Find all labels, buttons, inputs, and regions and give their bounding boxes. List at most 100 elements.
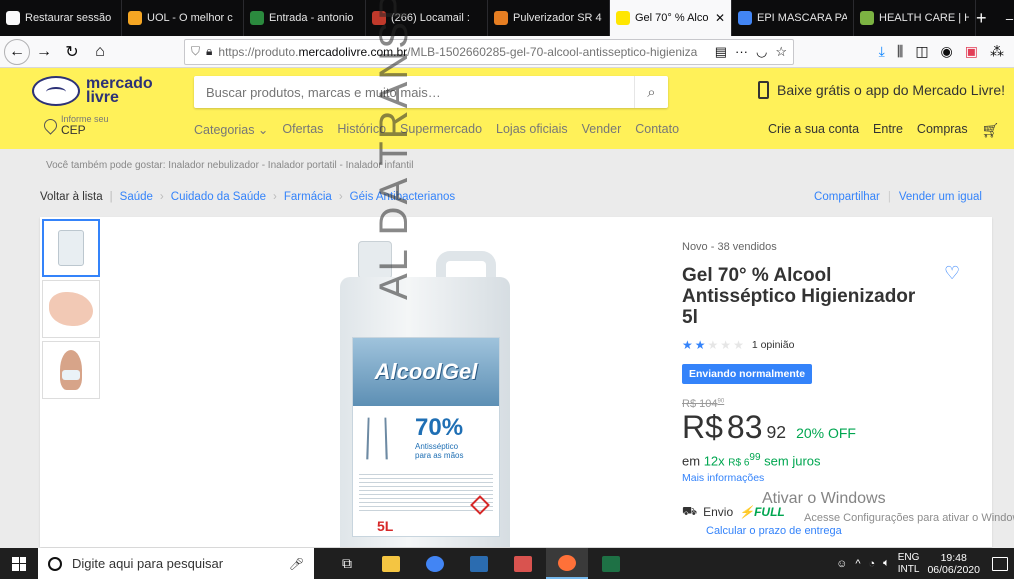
forward-button[interactable]: → bbox=[30, 38, 58, 66]
user-nav: Crie a sua conta Entre Compras 🛒︎ bbox=[768, 122, 999, 139]
close-tab-icon[interactable]: ✕ bbox=[715, 11, 725, 25]
category-nav-item[interactable]: Ofertas bbox=[282, 122, 323, 137]
browser-tab[interactable]: Restaurar sessão bbox=[0, 0, 122, 36]
star-icon: ★ bbox=[733, 338, 744, 352]
app-download-banner[interactable]: Baixe grátis o app do Mercado Livre! bbox=[758, 81, 1005, 99]
shield-icon[interactable]: ⛉ bbox=[191, 44, 200, 59]
tab-title: Pulverizador SR 4 bbox=[513, 12, 602, 24]
search-button[interactable]: ⌕ bbox=[634, 76, 668, 108]
cep-label: CEP bbox=[61, 123, 86, 137]
clock[interactable]: 19:48 06/06/2020 bbox=[927, 552, 980, 576]
page-actions-icon[interactable]: ··· bbox=[735, 44, 748, 60]
thumbnail-hands[interactable] bbox=[42, 280, 100, 338]
product-condition: Novo - 38 vendidos bbox=[682, 241, 777, 253]
breadcrumb-item[interactable]: Farmácia bbox=[284, 191, 332, 203]
handshake-icon bbox=[32, 76, 80, 106]
volume-icon[interactable]: 🔈︎ bbox=[883, 557, 890, 570]
calculate-shipping-link[interactable]: Calcular o prazo de entrega bbox=[706, 525, 982, 537]
truck-icon: ⛟ bbox=[682, 504, 698, 519]
search-input[interactable] bbox=[194, 76, 634, 108]
taskbar-search-text: Digite aqui para pesquisar bbox=[72, 556, 224, 571]
cart-icon[interactable]: 🛒︎ bbox=[982, 122, 1000, 139]
tab-title: Entrada - antonio bbox=[269, 12, 354, 24]
notifications-icon[interactable] bbox=[992, 556, 1008, 571]
network-icon[interactable]: ◔ bbox=[869, 558, 876, 570]
share-link[interactable]: Compartilhar bbox=[814, 191, 880, 203]
label-brand: AlcoolGel bbox=[374, 359, 478, 384]
purchases-link[interactable]: Compras bbox=[917, 122, 968, 139]
people-icon[interactable]: ☺ bbox=[836, 558, 847, 570]
excel-icon[interactable] bbox=[590, 548, 632, 579]
category-nav-item[interactable]: Categorias ⌄ bbox=[194, 122, 268, 137]
taskbar-search[interactable]: Digite aqui para pesquisar 🎤︎ bbox=[38, 548, 314, 579]
shipping-status-badge: Enviando normalmente bbox=[682, 364, 813, 384]
task-view-icon[interactable]: ⧉ bbox=[326, 548, 368, 579]
category-nav-item[interactable]: Supermercado bbox=[400, 122, 482, 137]
url-bar[interactable]: ⛉ 🔒︎ https://produto.mercadolivre.com.br… bbox=[184, 38, 794, 65]
browser-tab[interactable]: Pulverizador SR 4 bbox=[488, 0, 610, 36]
browser-tab[interactable]: Entrada - antonio bbox=[244, 0, 366, 36]
cortana-icon bbox=[48, 556, 62, 571]
back-button[interactable]: ← bbox=[4, 38, 30, 65]
app-banner-text: Baixe grátis o app do Mercado Livre! bbox=[777, 82, 1006, 98]
library-icon[interactable]: ⫼ bbox=[897, 43, 903, 60]
category-nav-item[interactable]: Contato bbox=[635, 122, 679, 137]
sell-same-link[interactable]: Vender um igual bbox=[899, 191, 982, 203]
back-to-list-link[interactable]: Voltar à lista bbox=[40, 191, 103, 203]
photos-icon[interactable] bbox=[458, 548, 500, 579]
minimize-button[interactable]: – bbox=[987, 0, 1014, 36]
breadcrumb-item[interactable]: Saúde bbox=[120, 191, 153, 203]
category-nav-item[interactable]: Histórico bbox=[337, 122, 386, 137]
new-tab-button[interactable]: + bbox=[976, 0, 987, 36]
browser-tab-bar: Restaurar sessão UOL - O melhor c Entrada … bbox=[0, 0, 1014, 36]
rating-count[interactable]: 1 opinião bbox=[752, 339, 795, 351]
reader-view-icon[interactable]: ▤ bbox=[715, 44, 727, 60]
create-account-link[interactable]: Crie a sua conta bbox=[768, 122, 859, 139]
site-logo[interactable]: mercado livre bbox=[32, 76, 153, 106]
reload-button[interactable]: ↻ bbox=[58, 38, 86, 66]
product-main-image[interactable]: AlcoolGel 70% Antisséptico para as mãos 5… bbox=[340, 241, 510, 547]
sidebar-icon[interactable]: ◫ bbox=[915, 43, 928, 60]
browser-tab[interactable]: Gel 70° % Alco ✕ bbox=[610, 0, 732, 36]
home-button[interactable]: ⌂ bbox=[86, 38, 114, 66]
breadcrumb-item[interactable]: Cuidado da Saúde bbox=[171, 191, 266, 203]
login-link[interactable]: Entre bbox=[873, 122, 903, 139]
favorite-heart-icon[interactable]: ♡ bbox=[944, 263, 960, 284]
installments: em 12x R$ 699 sem juros bbox=[682, 452, 821, 469]
star-icon: ★ bbox=[707, 338, 719, 352]
cep-selector[interactable]: Informe seu CEP bbox=[41, 114, 109, 137]
pocket-icon[interactable]: ◡ bbox=[756, 44, 767, 60]
toolbar-icons: ⤓ ⫼ ◫ ◉ ▣ ⁂ bbox=[879, 43, 1014, 60]
microphone-icon[interactable]: 🎤︎ bbox=[289, 557, 304, 571]
more-info-link[interactable]: Mais informações bbox=[682, 472, 982, 484]
google-icon bbox=[738, 11, 752, 25]
lock-icon[interactable]: 🔒︎ bbox=[206, 44, 212, 59]
file-explorer-icon[interactable] bbox=[370, 548, 412, 579]
taskbar-apps: ⧉ bbox=[326, 548, 632, 579]
download-icon[interactable]: ⤓ bbox=[879, 43, 885, 60]
thumbnail-mask[interactable] bbox=[42, 341, 100, 399]
firefox-icon[interactable] bbox=[546, 548, 588, 579]
store-icon[interactable] bbox=[502, 548, 544, 579]
chrome-icon[interactable] bbox=[414, 548, 456, 579]
product-title: Gel 70° % Alcool Antisséptico Higienizad… bbox=[682, 265, 916, 328]
breadcrumb-item[interactable]: Géis Antibacterianos bbox=[350, 191, 455, 203]
category-nav-item[interactable]: Vender bbox=[582, 122, 622, 137]
url-text[interactable]: https://produto.mercadolivre.com.br/MLB-… bbox=[218, 45, 708, 59]
rating[interactable]: ★ ★ ★ ★ ★ 1 opinião bbox=[682, 338, 982, 352]
windows-taskbar: Digite aqui para pesquisar 🎤︎ ⧉ ☺ ^ ◔ 🔈︎… bbox=[0, 548, 1014, 579]
show-hidden-icon[interactable]: ^ bbox=[855, 558, 860, 570]
account-icon[interactable]: ◉ bbox=[941, 43, 953, 60]
pocket-toolbar-icon[interactable]: ▣ bbox=[965, 43, 978, 60]
related-searches[interactable]: Você também pode gostar: Inalador nebuli… bbox=[46, 160, 413, 171]
category-nav-item[interactable]: Lojas oficiais bbox=[496, 122, 568, 137]
browser-tab[interactable]: EPI MASCARA PA bbox=[732, 0, 854, 36]
browser-tab[interactable]: HEALTH CARE | H bbox=[854, 0, 976, 36]
start-button[interactable] bbox=[0, 548, 38, 579]
thumbnail-jug[interactable] bbox=[42, 219, 100, 277]
extensions-icon[interactable]: ⁂ bbox=[990, 43, 1004, 60]
bookmark-star-icon[interactable]: ☆ bbox=[775, 44, 787, 60]
browser-tab[interactable]: (266) Locamail : bbox=[366, 0, 488, 36]
browser-tab[interactable]: UOL - O melhor c bbox=[122, 0, 244, 36]
language-indicator[interactable]: ENG INTL bbox=[898, 552, 920, 576]
